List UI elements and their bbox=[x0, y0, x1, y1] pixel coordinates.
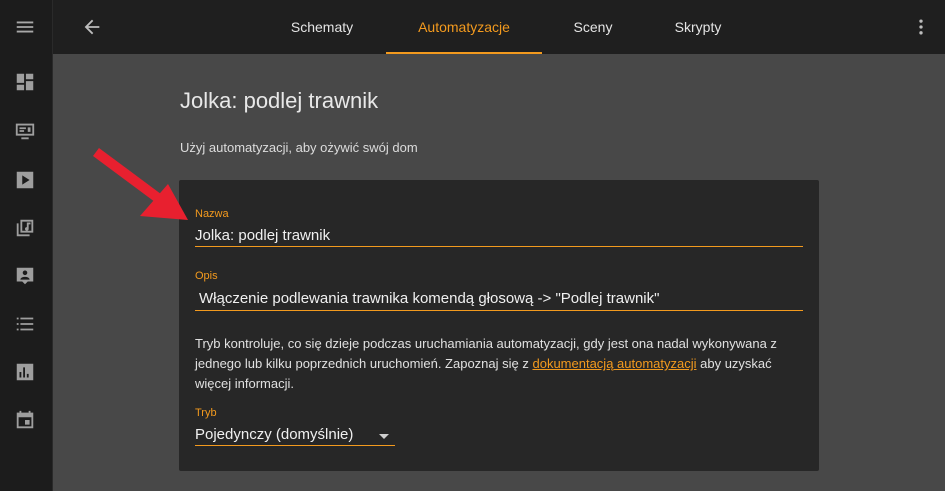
more-options-icon[interactable] bbox=[909, 15, 933, 39]
mode-help-text: Tryb kontroluje, co się dzieje podczas u… bbox=[195, 336, 777, 391]
top-bar: Schematy Automatyzacje Sceny Skrypty bbox=[53, 0, 945, 54]
monitor-icon[interactable] bbox=[13, 119, 37, 143]
sidebar bbox=[0, 0, 53, 491]
mode-select-underline bbox=[195, 445, 395, 446]
description-field-underline bbox=[195, 310, 803, 311]
chart-icon[interactable] bbox=[13, 360, 37, 384]
description-field[interactable]: Włączenie podlewania trawnika komendą gł… bbox=[199, 290, 659, 307]
mode-select-label: Tryb bbox=[195, 407, 217, 419]
page-intro: Użyj automatyzacji, aby ożywić swój dom bbox=[180, 140, 418, 155]
name-field-label: Nazwa bbox=[195, 208, 229, 220]
name-field[interactable]: Jolka: podlej trawnik bbox=[195, 227, 330, 244]
dashboard-icon[interactable] bbox=[13, 70, 37, 94]
back-arrow-icon[interactable] bbox=[80, 15, 104, 39]
page-title: Jolka: podlej trawnik bbox=[180, 88, 379, 113]
annotation-arrow-icon bbox=[93, 147, 188, 220]
description-field-label: Opis bbox=[195, 270, 218, 282]
tab-skrypty[interactable]: Skrypty bbox=[665, 0, 731, 54]
documentation-link[interactable]: dokumentacją automatyzacji bbox=[532, 356, 696, 371]
automation-settings-card: Nazwa Jolka: podlej trawnik Opis Włączen… bbox=[179, 180, 819, 471]
tab-schematy[interactable]: Schematy bbox=[281, 0, 363, 54]
tab-sceny[interactable]: Sceny bbox=[563, 0, 623, 54]
menu-icon[interactable] bbox=[13, 15, 37, 39]
calendar-icon[interactable] bbox=[13, 408, 37, 432]
music-library-icon[interactable] bbox=[13, 216, 37, 240]
mode-select[interactable]: Pojedynczy (domyślnie) bbox=[195, 426, 353, 443]
list-icon[interactable] bbox=[13, 312, 37, 336]
account-box-icon[interactable] bbox=[13, 264, 37, 288]
dropdown-arrow-icon[interactable] bbox=[379, 434, 389, 439]
tab-automatyzacje[interactable]: Automatyzacje bbox=[386, 0, 542, 54]
media-play-icon[interactable] bbox=[13, 168, 37, 192]
name-field-underline bbox=[195, 246, 803, 247]
